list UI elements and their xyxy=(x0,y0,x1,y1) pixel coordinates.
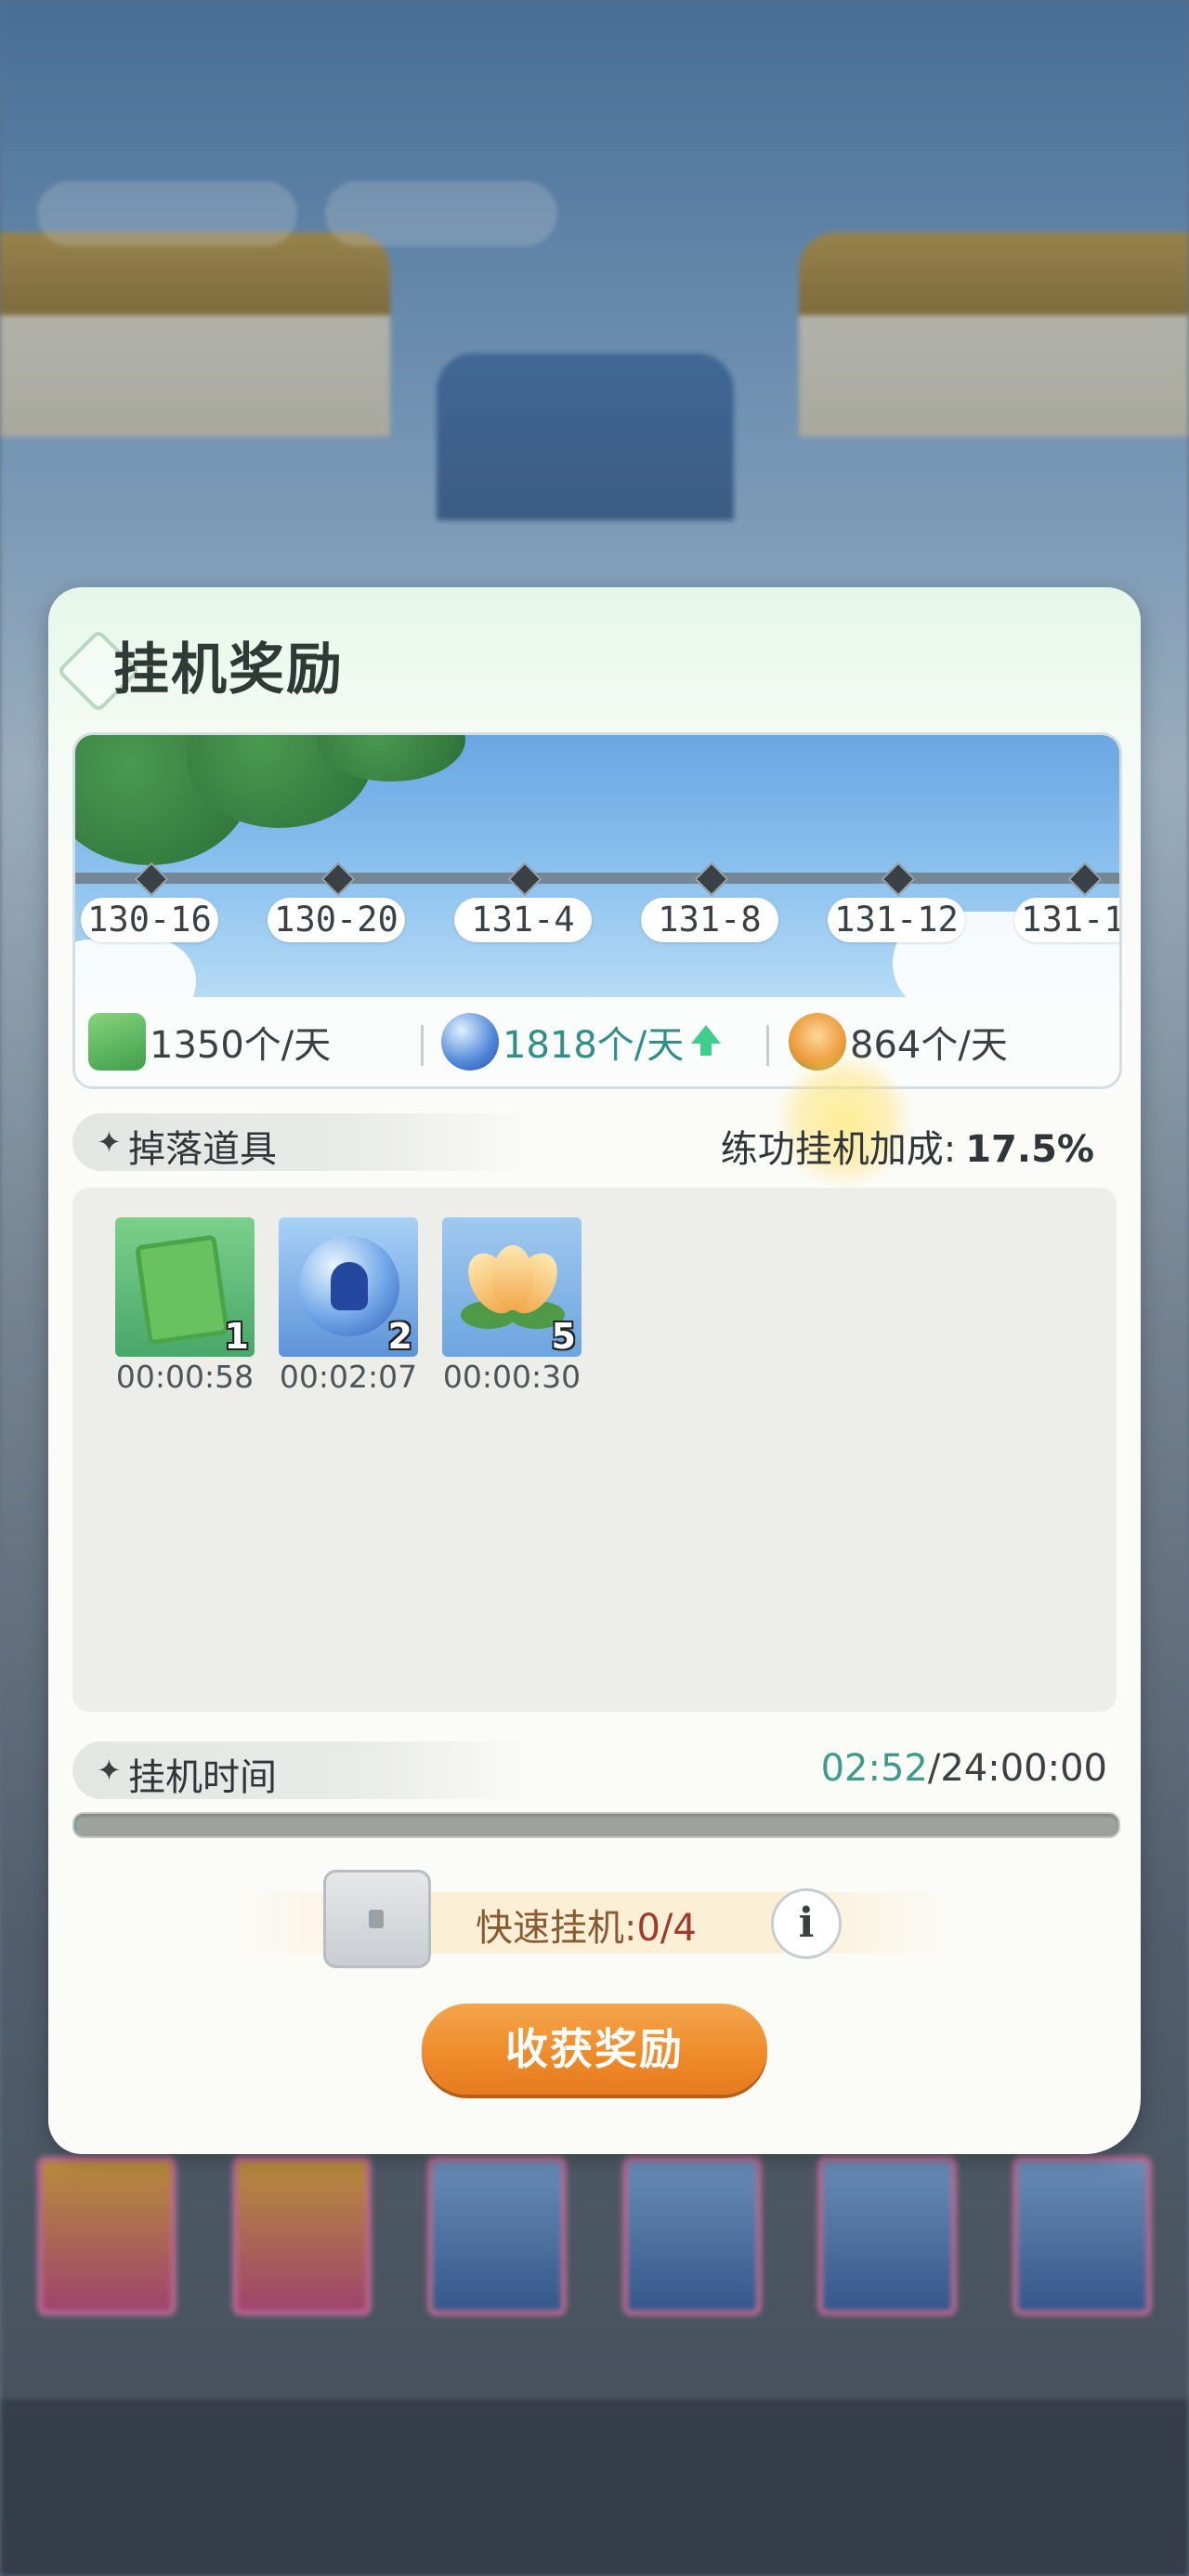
idle-progress-fill xyxy=(74,1814,77,1836)
up-arrow-icon xyxy=(691,1025,722,1056)
idle-time-title: 挂机时间 xyxy=(128,1756,277,1799)
rate-item: 1350个/天 xyxy=(88,997,331,1086)
book-shape xyxy=(134,1234,230,1346)
collect-rewards-button[interactable]: 收获奖励 xyxy=(422,2004,767,2095)
bonus-label: 练功挂机加成: xyxy=(720,1128,957,1171)
blue-orb-icon xyxy=(441,1013,499,1071)
sky-scene: 130-16 130-20 131-4 131-8 131-12 131-16 xyxy=(75,735,1119,1023)
stage-label: 131-16 xyxy=(1014,898,1119,942)
lotus-icon: 5 xyxy=(442,1217,581,1357)
drop-item[interactable]: 1 00:00:58 xyxy=(115,1217,255,1395)
stage-node xyxy=(134,861,169,897)
rate-text: 1818个/天 xyxy=(503,1024,685,1067)
stage-node xyxy=(507,861,542,897)
bonus-text: 练功挂机加成: 17.5% xyxy=(721,1119,1094,1173)
lotus-petal xyxy=(492,1245,533,1310)
sparkle-icon: ✦ xyxy=(97,1124,122,1160)
stage-node xyxy=(881,861,916,897)
blue-orb-icon: 2 xyxy=(279,1217,418,1357)
item-count: 5 xyxy=(551,1316,576,1357)
item-count: 2 xyxy=(387,1316,412,1357)
drop-item[interactable]: 5 00:00:30 xyxy=(442,1217,581,1395)
drops-section-header: ✦ 掉落道具 xyxy=(72,1113,537,1171)
item-time: 00:00:30 xyxy=(442,1359,581,1395)
lotus-shape xyxy=(458,1244,568,1329)
stage-label: 131-4 xyxy=(454,898,592,942)
idle-total: /24:00:00 xyxy=(927,1747,1107,1790)
stage-node xyxy=(1067,861,1103,897)
stage-label: 131-8 xyxy=(641,898,778,942)
idle-time-section-header: ✦ 挂机时间 xyxy=(72,1741,537,1799)
dialog-title: 挂机奖励 xyxy=(113,637,344,703)
item-count: 1 xyxy=(224,1316,249,1357)
idle-time-value: 02:52/24:00:00 xyxy=(821,1747,1107,1790)
stage-node xyxy=(320,861,356,897)
stage-label: 131-12 xyxy=(828,898,965,942)
idle-reward-dialog: 挂机奖励 130-16 130-20 131-4 131-8 131-12 13… xyxy=(48,587,1141,2154)
bonus-value: 17.5% xyxy=(965,1128,1094,1171)
quick-idle-count: 0/4 xyxy=(636,1907,697,1950)
stage-label: 130-20 xyxy=(268,898,405,942)
idle-current: 02:52 xyxy=(820,1747,928,1790)
green-book-icon xyxy=(88,1013,146,1071)
stage-track xyxy=(75,873,1119,884)
info-button[interactable]: i xyxy=(771,1888,842,1959)
rate-item: 1818个/天 xyxy=(441,997,722,1086)
drops-grid: 1 00:00:58 2 00:02:07 5 00:00:30 xyxy=(72,1188,1117,1712)
drop-item[interactable]: 2 00:02:07 xyxy=(279,1217,418,1395)
stage-label: 130-16 xyxy=(81,898,218,942)
orb-shape xyxy=(299,1236,399,1336)
reward-rates-row: 1350个/天 1818个/天 864个/天 xyxy=(75,997,1119,1086)
sparkle-icon: ✦ xyxy=(97,1753,122,1788)
divider xyxy=(766,1025,769,1066)
divider xyxy=(421,1025,424,1066)
rate-text: 1350个/天 xyxy=(150,1024,332,1067)
drops-title: 掉落道具 xyxy=(128,1128,277,1171)
item-time: 00:00:58 xyxy=(115,1359,255,1395)
stage-node xyxy=(694,861,729,897)
quick-idle-label: 快速挂机: xyxy=(476,1907,637,1950)
stage-progress-banner: 130-16 130-20 131-4 131-8 131-12 131-16 … xyxy=(72,732,1122,1089)
quick-idle-text[interactable]: 快速挂机:0/4 xyxy=(476,1898,697,1952)
green-book-icon: 1 xyxy=(115,1217,255,1357)
idle-progress-bar xyxy=(72,1812,1120,1838)
treasure-chest-icon[interactable] xyxy=(323,1870,431,1968)
item-time: 00:02:07 xyxy=(279,1359,418,1395)
